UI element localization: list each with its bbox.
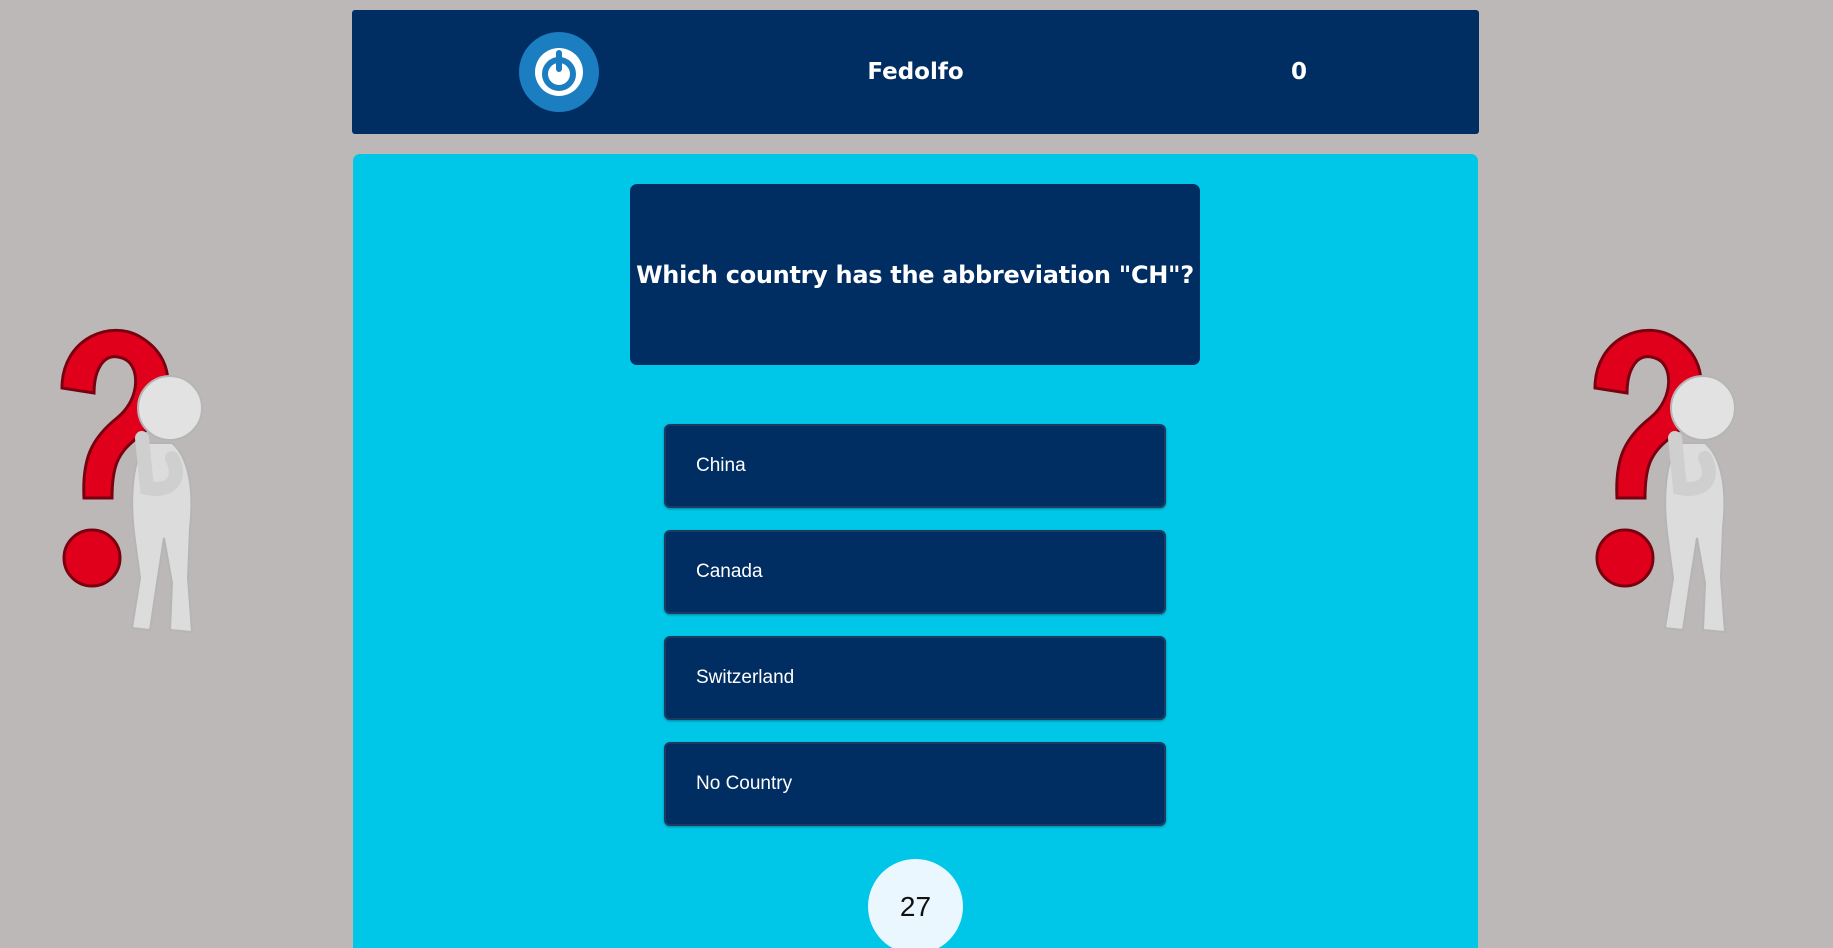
quiz-panel: Which country has the abbreviation "CH"?…	[353, 154, 1478, 948]
answer-option-china[interactable]: China	[664, 424, 1166, 508]
answer-label: Canada	[696, 561, 763, 582]
header-bar: Fedolfo 0	[352, 10, 1479, 134]
thinking-figure-question-mark-icon	[60, 328, 203, 634]
answer-option-no-country[interactable]: No Country	[664, 742, 1166, 826]
score-counter: 0	[1290, 59, 1307, 85]
answer-option-canada[interactable]: Canada	[664, 530, 1166, 614]
quiz-page: Fedolfo 0 Which country has the abbrevia…	[0, 0, 1833, 948]
answer-label: Switzerland	[696, 667, 795, 688]
question-text: Which country has the abbreviation "CH"?	[630, 184, 1200, 365]
thinking-figure-question-mark-icon	[1593, 328, 1736, 634]
countdown-timer: 27	[868, 859, 963, 948]
answer-option-switzerland[interactable]: Switzerland	[664, 636, 1166, 720]
answer-label: No Country	[696, 773, 793, 794]
answer-label: China	[696, 455, 746, 476]
